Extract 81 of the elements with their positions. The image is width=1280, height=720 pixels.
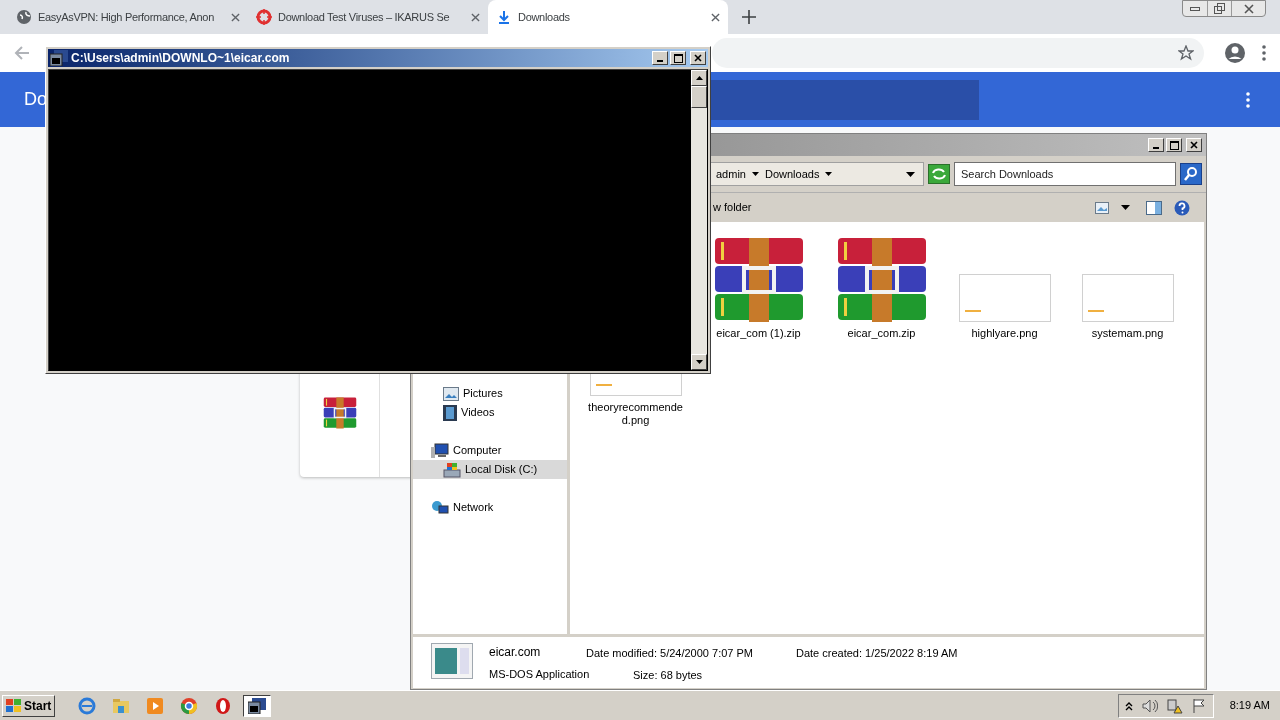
console-icon bbox=[248, 697, 267, 714]
file-name[interactable]: theoryrecommended.png bbox=[585, 401, 686, 427]
close-button[interactable] bbox=[1186, 138, 1202, 152]
close-button[interactable] bbox=[690, 51, 706, 65]
pictures-icon bbox=[443, 386, 459, 401]
maximize-button[interactable] bbox=[1166, 138, 1182, 152]
scroll-up-button[interactable] bbox=[691, 70, 707, 86]
close-icon[interactable] bbox=[711, 12, 720, 22]
download-icon bbox=[496, 9, 512, 25]
close-icon bbox=[694, 54, 702, 62]
caret-icon[interactable] bbox=[751, 172, 759, 176]
help-icon[interactable] bbox=[1174, 199, 1190, 216]
maximize-button[interactable] bbox=[670, 51, 686, 65]
breadcrumb-item[interactable]: admin bbox=[716, 165, 746, 183]
network-warning-icon[interactable] bbox=[1167, 697, 1184, 714]
nav-item[interactable]: Local Disk (C:) bbox=[413, 460, 567, 479]
scroll-down-button[interactable] bbox=[691, 354, 707, 370]
star-icon[interactable] bbox=[1178, 45, 1194, 61]
window-title: C:\Users\admin\DOWNLO~1\eicar.com bbox=[71, 50, 291, 67]
view-icon[interactable] bbox=[1095, 201, 1109, 214]
close-icon bbox=[1190, 141, 1198, 149]
breadcrumb-item[interactable]: Downloads bbox=[764, 165, 820, 183]
lifebuoy-icon bbox=[256, 9, 272, 25]
browser-e-icon bbox=[78, 696, 97, 715]
dropdown-icon[interactable] bbox=[906, 171, 915, 177]
menu-icon[interactable] bbox=[1262, 45, 1266, 61]
refresh-icon[interactable] bbox=[928, 164, 950, 184]
taskbar-app[interactable] bbox=[243, 694, 272, 717]
caret-icon[interactable] bbox=[1121, 205, 1130, 210]
maximize-icon bbox=[1169, 140, 1179, 150]
archive-icon bbox=[712, 238, 805, 322]
nav-item[interactable]: Computer bbox=[413, 441, 567, 460]
arrow-down-icon bbox=[695, 360, 703, 364]
preview-pane-icon[interactable] bbox=[1146, 200, 1162, 215]
arrow-up-icon bbox=[695, 76, 703, 80]
nav-item[interactable]: Videos bbox=[413, 403, 567, 422]
search-icon[interactable] bbox=[1180, 163, 1202, 185]
windows-logo-icon bbox=[6, 698, 22, 713]
clock: 8:19 AM bbox=[1228, 698, 1271, 714]
nav-item[interactable]: Pictures bbox=[413, 384, 567, 403]
flag-icon[interactable] bbox=[1192, 697, 1207, 714]
file-name: eicar.com bbox=[489, 644, 542, 661]
speaker-icon[interactable] bbox=[1142, 698, 1159, 713]
file-name[interactable]: systemam.png bbox=[1077, 327, 1178, 340]
opera-icon bbox=[215, 696, 232, 715]
new-folder-button[interactable]: w folder bbox=[713, 199, 752, 216]
menu-icon[interactable] bbox=[1246, 91, 1250, 108]
start-button[interactable]: Start bbox=[2, 694, 56, 717]
film-icon bbox=[443, 404, 457, 421]
browser-tab[interactable]: Downloads bbox=[488, 0, 728, 34]
archive-icon bbox=[835, 238, 928, 322]
nav-item[interactable]: Network bbox=[413, 498, 567, 517]
close-icon[interactable] bbox=[231, 12, 240, 22]
archive-icon bbox=[322, 397, 357, 429]
chevron-up-icon[interactable] bbox=[1125, 700, 1134, 711]
maximize-icon bbox=[673, 53, 683, 63]
browser-tab[interactable]: Download Test Viruses – IKARUS Se bbox=[248, 0, 488, 34]
chrome-icon bbox=[180, 696, 199, 715]
date-created: Date created: 1/25/2022 8:19 AM bbox=[796, 646, 958, 661]
browser-tab[interactable]: EasyAsVPN: High Performance, Anon bbox=[8, 0, 248, 34]
caret-icon[interactable] bbox=[825, 172, 833, 176]
scroll-thumb[interactable] bbox=[691, 86, 707, 108]
computer-icon bbox=[431, 442, 449, 459]
disk-icon bbox=[443, 461, 461, 478]
restore-icon bbox=[1213, 3, 1225, 14]
minimize-icon bbox=[1189, 6, 1200, 11]
network-icon bbox=[431, 499, 449, 516]
date-modified: Date modified: 5/24/2000 7:07 PM bbox=[586, 646, 753, 661]
file-name[interactable]: eicar_com.zip bbox=[831, 327, 932, 340]
play-icon bbox=[147, 697, 164, 714]
folder-icon bbox=[112, 697, 131, 714]
search-field[interactable]: Search Downloads bbox=[954, 162, 1176, 186]
profile-icon[interactable] bbox=[1224, 42, 1246, 64]
close-icon[interactable] bbox=[471, 12, 480, 22]
file-name[interactable]: highlyare.png bbox=[954, 327, 1055, 340]
file-name[interactable]: eicar_com (1).zip bbox=[708, 327, 809, 340]
close-icon bbox=[1243, 3, 1254, 14]
globe-icon bbox=[16, 9, 32, 25]
console-icon bbox=[50, 50, 68, 66]
new-tab-icon[interactable] bbox=[742, 10, 756, 24]
application-icon bbox=[431, 643, 473, 679]
